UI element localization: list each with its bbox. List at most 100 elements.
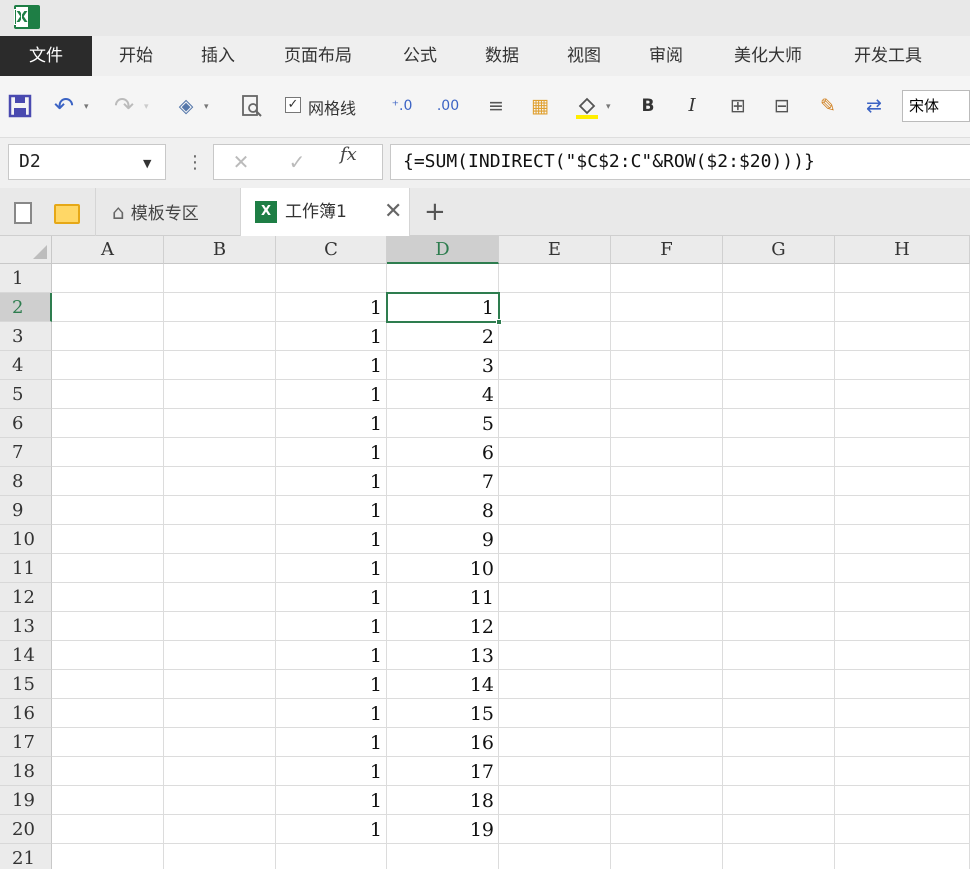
row-header-10[interactable]: 10 [0,525,52,554]
cell-c9[interactable]: 1 [276,496,387,525]
font-name-select[interactable]: 宋体 [902,90,970,122]
cell-d16[interactable]: 15 [387,699,499,728]
cell-c19[interactable]: 1 [276,786,387,815]
cell-c7[interactable]: 1 [276,438,387,467]
cell-c18[interactable]: 1 [276,757,387,786]
cell-d17[interactable]: 16 [387,728,499,757]
row-header-20[interactable]: 20 [0,815,52,844]
row-header-21[interactable]: 21 [0,844,52,869]
cell-c20[interactable]: 1 [276,815,387,844]
cell-c11[interactable]: 1 [276,554,387,583]
row-header-7[interactable]: 7 [0,438,52,467]
borders-icon[interactable]: ⊞ [726,94,750,118]
tab-templates[interactable]: ⌂ 模板专区 [95,188,240,236]
row-header-16[interactable]: 16 [0,699,52,728]
formula-input[interactable]: {=SUM(INDIRECT("$C$2:C"&ROW($2:$20)))} [390,144,970,180]
menu-file[interactable]: 文件 [0,36,92,76]
row-header-15[interactable]: 15 [0,670,52,699]
cell-d7[interactable]: 6 [387,438,499,467]
row-header-2[interactable]: 2 [0,293,52,322]
wrap-text-icon[interactable]: ⇄ [862,94,886,118]
chevron-down-icon[interactable]: ▼ [143,157,151,170]
menu-developer[interactable]: 开发工具 [838,36,938,76]
menu-view[interactable]: 视图 [552,36,616,76]
cell-c16[interactable]: 1 [276,699,387,728]
column-header-b[interactable]: B [164,236,276,264]
cell-d20[interactable]: 19 [387,815,499,844]
cell-d19[interactable]: 18 [387,786,499,815]
column-header-d[interactable]: D [387,236,499,264]
cell-c6[interactable]: 1 [276,409,387,438]
row-header-8[interactable]: 8 [0,467,52,496]
menu-page-layout[interactable]: 页面布局 [268,36,368,76]
cell-c15[interactable]: 1 [276,670,387,699]
menu-formulas[interactable]: 公式 [388,36,452,76]
cell-d10[interactable]: 9 [387,525,499,554]
menu-home[interactable]: 开始 [104,36,168,76]
cell-d13[interactable]: 12 [387,612,499,641]
print-preview-icon[interactable] [240,94,264,118]
row-header-9[interactable]: 9 [0,496,52,525]
row-header-14[interactable]: 14 [0,641,52,670]
open-folder-icon[interactable] [54,204,80,224]
cell-c10[interactable]: 1 [276,525,387,554]
cell-d5[interactable]: 4 [387,380,499,409]
fill-color-dropdown-icon[interactable]: ▾ [606,102,611,112]
row-header-12[interactable]: 12 [0,583,52,612]
cell-c8[interactable]: 1 [276,467,387,496]
new-document-icon[interactable] [14,202,32,224]
cell-d18[interactable]: 17 [387,757,499,786]
cell-d4[interactable]: 3 [387,351,499,380]
row-header-19[interactable]: 19 [0,786,52,815]
cell-c2[interactable]: 1 [276,293,387,322]
row-header-1[interactable]: 1 [0,264,52,293]
select-all-corner[interactable] [0,236,52,264]
decrease-decimal-icon[interactable]: .00 [436,94,460,118]
cell-c5[interactable]: 1 [276,380,387,409]
format-painter-menu-icon[interactable]: ◈ [174,94,198,118]
add-tab-button[interactable]: + [424,188,446,236]
column-header-e[interactable]: E [499,236,611,264]
cell-d6[interactable]: 5 [387,409,499,438]
cancel-formula-button[interactable]: ✕ [226,145,256,179]
close-tab-icon[interactable]: ✕ [384,188,402,236]
column-header-g[interactable]: G [723,236,835,264]
gridlines-checkbox[interactable]: ✓ [285,97,301,113]
cell-c3[interactable]: 1 [276,322,387,351]
fill-handle[interactable] [496,319,502,325]
cell-d12[interactable]: 11 [387,583,499,612]
cell-c4[interactable]: 1 [276,351,387,380]
undo-dropdown-icon[interactable]: ▾ [84,102,89,112]
cell-c12[interactable]: 1 [276,583,387,612]
italic-button[interactable]: I [680,94,704,118]
column-header-f[interactable]: F [611,236,723,264]
column-header-c[interactable]: C [276,236,387,264]
align-center-icon[interactable]: ≡ [484,94,508,118]
redo-dropdown-icon[interactable]: ▾ [144,102,149,112]
confirm-formula-button[interactable]: ✓ [282,145,312,179]
cell-d11[interactable]: 10 [387,554,499,583]
insert-function-button[interactable]: fx [340,138,357,172]
cell-c13[interactable]: 1 [276,612,387,641]
cell-d14[interactable]: 13 [387,641,499,670]
menu-beautify[interactable]: 美化大师 [718,36,818,76]
row-header-5[interactable]: 5 [0,380,52,409]
column-header-a[interactable]: A [52,236,164,264]
cell-d15[interactable]: 14 [387,670,499,699]
bold-button[interactable]: B [636,94,660,118]
cell-format-icon[interactable]: ▦ [528,94,552,118]
cell-d9[interactable]: 8 [387,496,499,525]
cell-d8[interactable]: 7 [387,467,499,496]
row-header-13[interactable]: 13 [0,612,52,641]
column-header-h[interactable]: H [835,236,970,264]
undo-icon[interactable]: ↶ [52,94,76,118]
redo-icon[interactable]: ↷ [112,94,136,118]
merge-cells-icon[interactable]: ⊟ [770,94,794,118]
menu-review[interactable]: 审阅 [634,36,698,76]
row-header-4[interactable]: 4 [0,351,52,380]
cell-c17[interactable]: 1 [276,728,387,757]
more-options-icon[interactable]: ⋮ [186,152,204,173]
paint-brush-icon[interactable]: ✎ [816,94,840,118]
fill-color-icon[interactable] [574,94,598,119]
row-header-3[interactable]: 3 [0,322,52,351]
